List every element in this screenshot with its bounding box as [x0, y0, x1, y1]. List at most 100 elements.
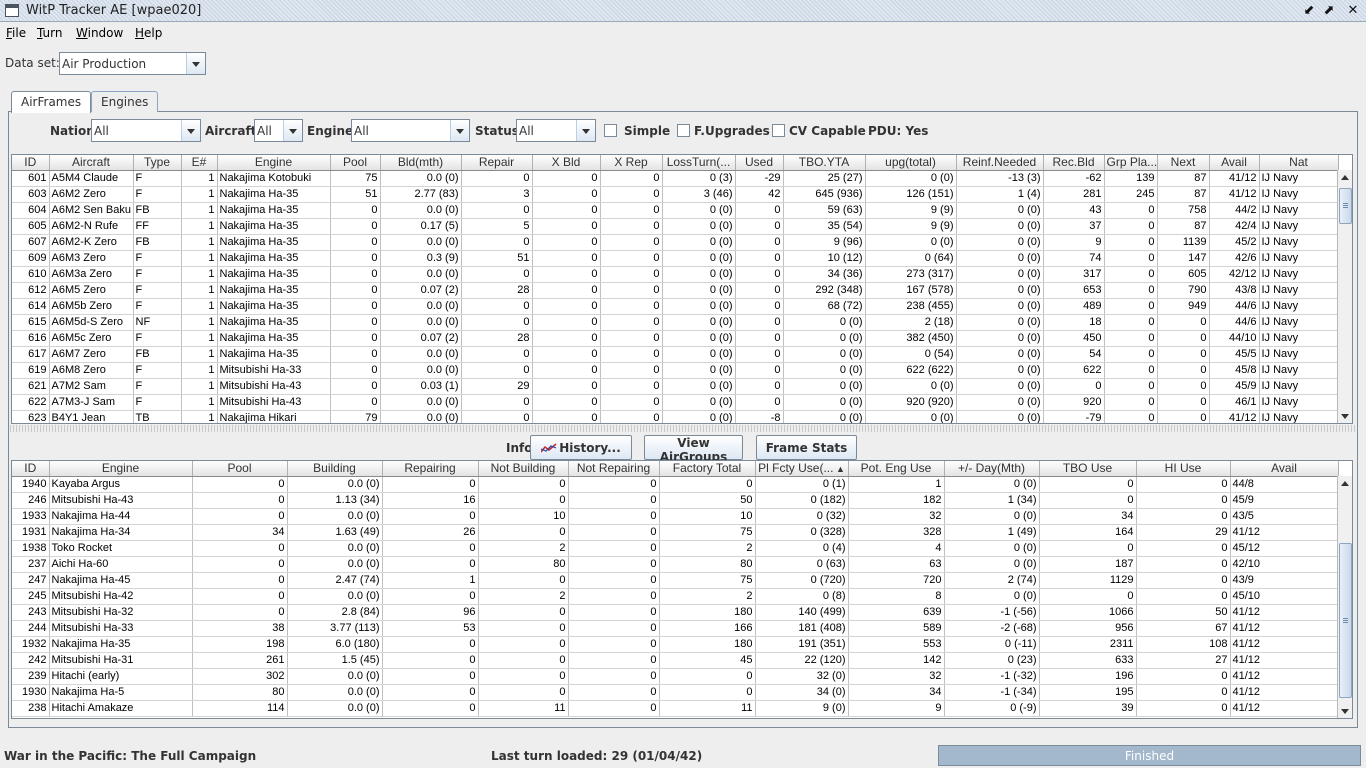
tab-airframes[interactable]: AirFrames	[11, 91, 92, 113]
view-airgroups-button[interactable]: View AirGroups	[644, 435, 743, 464]
table-row[interactable]: 614 A6M5b Zero F 1 Nakajima Ha-35 0 0.0 (0) 0 0 0…	[12, 298, 1339, 315]
nation-select[interactable]: All	[91, 119, 201, 142]
airframes-header-5[interactable]: Pool	[330, 155, 381, 171]
menu-window[interactable]: Window	[76, 26, 123, 40]
airframes-header-0[interactable]: ID	[12, 155, 50, 171]
table-row[interactable]: 1938 Toko Rocket 0 0.0 (0) 0 2 0 2 0 (4) 4 0 (0) 0 0…	[12, 540, 1339, 557]
airframes-header-7[interactable]: Repair	[461, 155, 533, 171]
table-row[interactable]: 603 A6M2 Zero F 1 Nakajima Ha-35 51 2.77 (83) 3…	[12, 186, 1339, 203]
airframes-scrollbar[interactable]	[1337, 170, 1352, 423]
table-row[interactable]: 622 A7M3-J Sam F 1 Mitsubishi Ha-43 0 0.0 (0) 0…	[12, 394, 1339, 411]
table-row[interactable]: 1940 Kayaba Argus 0 0.0 (0) 0 0 0 0 0 (1) 1 0 (0) 0…	[12, 476, 1339, 493]
airframes-header-16[interactable]: Grp Pla...	[1104, 155, 1158, 171]
dataset-select[interactable]: Air Production	[59, 52, 206, 75]
airframes-header-19[interactable]: Nat	[1259, 155, 1339, 171]
engines-header-12[interactable]: HI Use	[1136, 461, 1231, 477]
table-row[interactable]: 237 Aichi Ha-60 0 0.0 (0) 0 80 0 80 0 (63) 63 0 (0…	[12, 556, 1339, 573]
table-row[interactable]: 604 A6M2 Sen Baku FB 1 Nakajima Ha-35 0 0.0 (0…	[12, 202, 1339, 219]
engines-header-1[interactable]: Engine	[49, 461, 193, 477]
airframes-header-11[interactable]: Used	[735, 155, 784, 171]
table-row[interactable]: 623 B4Y1 Jean TB 1 Nakajima Hikari 79 0.0 (0) 0…	[12, 410, 1339, 423]
airframes-header-1[interactable]: Aircraft	[49, 155, 134, 171]
table-row[interactable]: 1931 Nakajima Ha-34 34 1.63 (49) 26 0 0 75 0 (32…	[12, 524, 1339, 541]
airframes-header-17[interactable]: Next	[1157, 155, 1210, 171]
table-row[interactable]: 610 A6M3a Zero F 1 Nakajima Ha-35 0 0.0 (0) 0 0 0…	[12, 266, 1339, 283]
table-row[interactable]: 615 A6M5d-S Zero NF 1 Nakajima Ha-35 0 0.0 (0)…	[12, 314, 1339, 331]
engines-header-4[interactable]: Repairing	[382, 461, 479, 477]
table-cell: 10 (12)	[783, 250, 866, 267]
table-row[interactable]: 238 Hitachi Amakaze 114 0.0 (0) 0 11 0 11 9 (0) 9…	[12, 700, 1339, 717]
table-row[interactable]: 245 Mitsubishi Ha-42 0 0.0 (0) 0 2 0 2 0 (8) 8 0 (…	[12, 588, 1339, 605]
table-row[interactable]: 242 Mitsubishi Ha-31 261 1.5 (45) 0 0 0 45 22 (1…	[12, 652, 1339, 669]
scroll-thumb[interactable]	[1339, 543, 1352, 698]
status-select[interactable]: All	[516, 119, 596, 142]
airframes-header-18[interactable]: Avail	[1209, 155, 1260, 171]
airframes-header-4[interactable]: Engine	[217, 155, 331, 171]
table-row[interactable]: 609 A6M3 Zero F 1 Nakajima Ha-35 0 0.3 (9) 51 0 0…	[12, 250, 1339, 267]
table-cell: 0	[382, 636, 479, 653]
airframes-header-13[interactable]: upg(total)	[865, 155, 957, 171]
table-row[interactable]: 616 A6M5c Zero F 1 Nakajima Ha-35 0 0.07 (2) 28…	[12, 330, 1339, 347]
engine-select[interactable]: All	[351, 119, 470, 142]
engines-header-13[interactable]: Avail	[1230, 461, 1339, 477]
scroll-up-icon[interactable]	[1338, 170, 1352, 186]
close-button[interactable]: ✕	[1345, 3, 1361, 18]
engines-header-7[interactable]: Factory Total	[659, 461, 756, 477]
airframes-header-2[interactable]: Type	[133, 155, 182, 171]
engines-header-0[interactable]: ID	[12, 461, 50, 477]
table-row[interactable]: 621 A7M2 Sam F 1 Mitsubishi Ha-43 0 0.03 (1) 29…	[12, 378, 1339, 395]
engines-header-11[interactable]: TBO Use	[1039, 461, 1137, 477]
table-row[interactable]: 247 Nakajima Ha-45 0 2.47 (74) 1 0 0 75 0 (720) 7…	[12, 572, 1339, 589]
table-row[interactable]: 1933 Nakajima Ha-44 0 0.0 (0) 0 10 0 10 0 (32) 32…	[12, 508, 1339, 525]
cvcapable-checkbox[interactable]	[772, 124, 785, 137]
menu-help[interactable]: Help	[135, 26, 162, 40]
table-row[interactable]: 617 A6M7 Zero FB 1 Nakajima Ha-35 0 0.0 (0) 0 0 0…	[12, 346, 1339, 363]
airframes-header-8[interactable]: X Bld	[532, 155, 601, 171]
table-cell: 0	[1136, 700, 1231, 717]
fupgrades-checkbox[interactable]	[677, 124, 690, 137]
simple-checkbox[interactable]	[604, 124, 617, 137]
table-cell: 0	[330, 250, 381, 267]
table-row[interactable]: 612 A6M5 Zero F 1 Nakajima Ha-35 0 0.07 (2) 28 0…	[12, 282, 1339, 299]
split-pane-divider[interactable]	[10, 425, 1356, 432]
table-row[interactable]: 244 Mitsubishi Ha-33 38 3.77 (113) 53 0 0 166 18…	[12, 620, 1339, 637]
airframes-header-12[interactable]: TBO.YTA	[783, 155, 866, 171]
scroll-down-icon[interactable]	[1338, 408, 1352, 423]
menu-turn[interactable]: Turn	[37, 26, 62, 40]
tab-engines[interactable]: Engines	[91, 91, 159, 112]
table-row[interactable]: 1932 Nakajima Ha-35 198 6.0 (180) 0 0 0 180 191 …	[12, 636, 1339, 653]
table-cell: NF	[133, 314, 182, 331]
frame-stats-button[interactable]: Frame Stats	[756, 435, 857, 460]
engines-scrollbar[interactable]	[1337, 476, 1352, 718]
table-row[interactable]: 605 A6M2-N Rufe FF 1 Nakajima Ha-35 0 0.17 (5)…	[12, 218, 1339, 235]
minimize-button[interactable]: ⬋	[1301, 3, 1317, 18]
engines-header-3[interactable]: Building	[287, 461, 383, 477]
table-row[interactable]: 1930 Nakajima Ha-5 80 0.0 (0) 0 0 0 0 34 (0) 34 -1…	[12, 684, 1339, 701]
engines-header-5[interactable]: Not Building	[478, 461, 569, 477]
scroll-up-icon[interactable]	[1338, 476, 1352, 492]
table-row[interactable]: 246 Mitsubishi Ha-43 0 1.13 (34) 16 0 0 50 0 (18…	[12, 492, 1339, 509]
airframes-header-15[interactable]: Rec.Bld	[1043, 155, 1105, 171]
menu-file[interactable]: File	[6, 26, 26, 40]
engines-header-2[interactable]: Pool	[192, 461, 288, 477]
engines-header-9[interactable]: Pot. Eng Use	[848, 461, 945, 477]
airframes-header-3[interactable]: E#	[181, 155, 218, 171]
table-row[interactable]: 239 Hitachi (early) 302 0.0 (0) 0 0 0 0 32 (0) 32…	[12, 668, 1339, 685]
engines-header-8[interactable]: Pl Fcty Use(...	[755, 461, 849, 477]
engines-header-6[interactable]: Not Repairing	[568, 461, 660, 477]
table-row[interactable]: 607 A6M2-K Zero FB 1 Nakajima Ha-35 0 0.0 (0) 0…	[12, 234, 1339, 251]
airframes-header-6[interactable]: Bld(mth)	[380, 155, 462, 171]
table-cell: 621	[12, 378, 50, 395]
scroll-down-icon[interactable]	[1338, 703, 1352, 718]
airframes-header-10[interactable]: LossTurn(...	[662, 155, 736, 171]
maximize-button[interactable]: ⬈	[1321, 3, 1337, 18]
table-row[interactable]: 601 A5M4 Claude F 1 Nakajima Kotobuki 75 0.0 (…	[12, 170, 1339, 187]
airframes-header-14[interactable]: Reinf.Needed	[956, 155, 1044, 171]
airframes-header-9[interactable]: X Rep	[600, 155, 663, 171]
aircraft-select[interactable]: All	[254, 119, 303, 142]
table-row[interactable]: 243 Mitsubishi Ha-32 0 2.8 (84) 96 0 0 180 140 (…	[12, 604, 1339, 621]
scroll-thumb[interactable]	[1339, 188, 1352, 224]
history-button[interactable]: History...	[530, 435, 632, 460]
engines-header-10[interactable]: +/- Day(Mth)	[944, 461, 1040, 477]
table-row[interactable]: 619 A6M8 Zero F 1 Mitsubishi Ha-33 0 0.0 (0) 0 0…	[12, 362, 1339, 379]
